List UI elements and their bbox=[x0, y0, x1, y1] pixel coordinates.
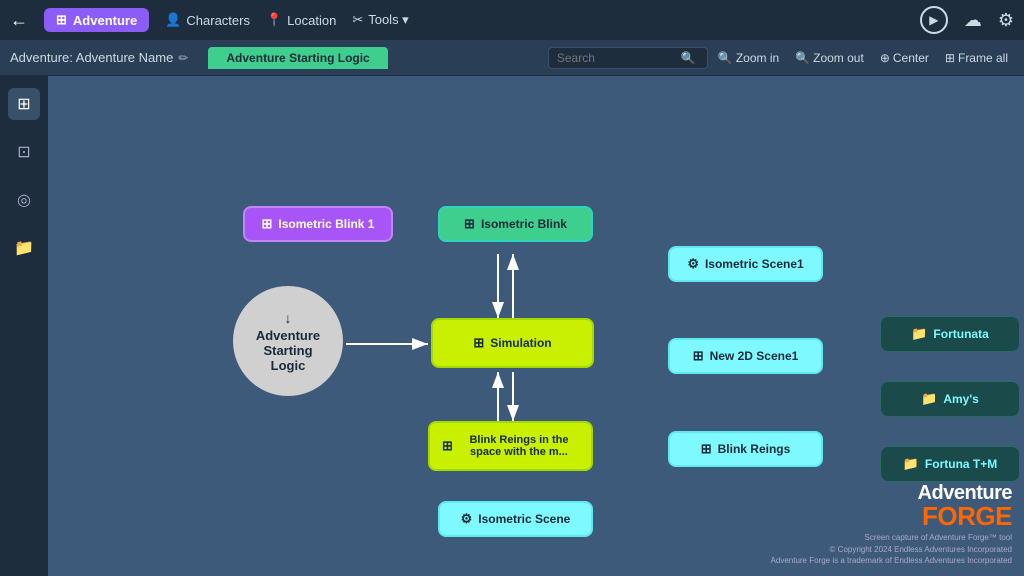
blink-reings-space-label: Blink Reings in the space with the m... bbox=[459, 434, 579, 458]
node-icon: ⊞ bbox=[693, 348, 704, 364]
isometric-scene1-label: Isometric Scene1 bbox=[705, 257, 804, 271]
starting-logic-line3: Logic bbox=[271, 358, 306, 373]
folder-icon: 📁 bbox=[903, 456, 919, 472]
characters-nav[interactable]: 👤 Characters bbox=[165, 12, 250, 28]
starting-logic-line2: Starting bbox=[263, 343, 312, 358]
center-label: Center bbox=[893, 51, 929, 65]
node-icon: ⊞ bbox=[701, 441, 712, 457]
fortuna-tm-node[interactable]: 📁 Fortuna T+M bbox=[880, 446, 1020, 482]
new-2d-scene1-label: New 2D Scene1 bbox=[710, 349, 799, 363]
fortunata-node[interactable]: 📁 Fortunata bbox=[880, 316, 1020, 352]
adventure-starting-logic-node[interactable]: ↓ Adventure Starting Logic bbox=[233, 286, 343, 396]
zoom-out-label: Zoom out bbox=[813, 51, 864, 65]
sidebar-icon-grid[interactable]: ⊞ bbox=[8, 88, 40, 120]
main-area: ⊞ ⊡ ◎ 📁 bbox=[0, 76, 1024, 576]
settings-icon[interactable]: ⚙ bbox=[998, 10, 1014, 31]
search-icon: 🔍 bbox=[681, 51, 696, 65]
isometric-blink1-label: Isometric Blink 1 bbox=[278, 217, 374, 231]
node-icon: ⊞ bbox=[473, 335, 484, 351]
new-2d-scene1-node[interactable]: ⊞ New 2D Scene1 bbox=[668, 338, 823, 374]
starting-logic-line1: Adventure bbox=[256, 328, 320, 343]
location-label: Location bbox=[287, 13, 336, 28]
isometric-blink1-node[interactable]: ⊞ Isometric Blink 1 bbox=[243, 206, 393, 242]
amys-node[interactable]: 📁 Amy's bbox=[880, 381, 1020, 417]
watermark-copy2: © Copyright 2024 Endless Adventures Inco… bbox=[771, 544, 1012, 555]
isometric-blink-label: Isometric Blink bbox=[481, 217, 567, 231]
edit-icon[interactable]: ✏ bbox=[178, 51, 188, 65]
starting-logic-tab[interactable]: Adventure Starting Logic bbox=[208, 47, 387, 69]
back-button[interactable]: ← bbox=[10, 10, 28, 31]
tools-icon: ✂ bbox=[352, 12, 363, 28]
blink-reings-node[interactable]: ⊞ Blink Reings bbox=[668, 431, 823, 467]
play-icon: ▶ bbox=[929, 13, 938, 27]
adventure-nav-label: Adventure bbox=[73, 13, 137, 28]
adventure-nav-icon: ⊞ bbox=[56, 12, 67, 28]
node-icon: ⊞ bbox=[464, 216, 475, 232]
isometric-scene1-node[interactable]: ⚙ Isometric Scene1 bbox=[668, 246, 823, 282]
zoom-out-button[interactable]: 🔍 Zoom out bbox=[789, 48, 870, 68]
isometric-blink-node[interactable]: ⊞ Isometric Blink bbox=[438, 206, 593, 242]
watermark: Adventure FORGE Screen capture of Advent… bbox=[771, 483, 1012, 566]
second-toolbar: Adventure: Adventure Name ✏ Adventure St… bbox=[0, 40, 1024, 76]
watermark-copy1: Screen capture of Adventure Forge™ tool bbox=[771, 532, 1012, 543]
zoom-in-icon: 🔍 bbox=[718, 51, 733, 65]
blink-reings-space-node[interactable]: ⊞ Blink Reings in the space with the m..… bbox=[428, 421, 593, 471]
watermark-adventure: Adventure bbox=[771, 483, 1012, 503]
folder-icon: 📁 bbox=[911, 326, 927, 342]
isometric-scene-label: Isometric Scene bbox=[478, 512, 570, 526]
adventure-nav-button[interactable]: ⊞ Adventure bbox=[44, 8, 149, 32]
frame-all-button[interactable]: ⊞ Frame all bbox=[939, 48, 1014, 68]
zoom-out-icon: 🔍 bbox=[795, 51, 810, 65]
blink-reings-label: Blink Reings bbox=[718, 442, 791, 456]
left-sidebar: ⊞ ⊡ ◎ 📁 bbox=[0, 76, 48, 576]
node-icon: ⚙ bbox=[461, 511, 473, 527]
node-icon: ⊞ bbox=[262, 216, 273, 232]
frame-all-label: Frame all bbox=[958, 51, 1008, 65]
watermark-copy3: Adventure Forge is a trademark of Endles… bbox=[771, 555, 1012, 566]
characters-icon: 👤 bbox=[165, 12, 181, 28]
node-icon: ⊞ bbox=[442, 438, 453, 454]
search-box: 🔍 bbox=[548, 47, 708, 69]
tools-label: Tools ▾ bbox=[368, 12, 409, 28]
canvas[interactable]: ↓ Adventure Starting Logic ⊞ Isometric B… bbox=[48, 76, 1024, 576]
tools-nav[interactable]: ✂ Tools ▾ bbox=[352, 12, 408, 28]
center-icon: ⊕ bbox=[880, 51, 890, 65]
characters-label: Characters bbox=[186, 13, 250, 28]
top-navigation: ← ⊞ Adventure 👤 Characters 📍 Location ✂ … bbox=[0, 0, 1024, 40]
sidebar-icon-folder[interactable]: 📁 bbox=[8, 232, 40, 264]
folder-icon: 📁 bbox=[921, 391, 937, 407]
fortunata-label: Fortunata bbox=[933, 327, 988, 341]
node-icon: ⚙ bbox=[687, 256, 699, 272]
zoom-in-label: Zoom in bbox=[736, 51, 779, 65]
toolbar-right: 🔍 🔍 Zoom in 🔍 Zoom out ⊕ Center ⊞ Frame … bbox=[548, 47, 1014, 69]
adventure-title: Adventure: Adventure Name ✏ bbox=[10, 50, 188, 65]
zoom-in-button[interactable]: 🔍 Zoom in bbox=[712, 48, 785, 68]
sidebar-icon-scene[interactable]: ⊡ bbox=[8, 136, 40, 168]
amys-label: Amy's bbox=[943, 392, 979, 406]
center-button[interactable]: ⊕ Center bbox=[874, 48, 935, 68]
watermark-forge: FORGE bbox=[771, 503, 1012, 529]
location-nav[interactable]: 📍 Location bbox=[266, 12, 336, 28]
frame-all-icon: ⊞ bbox=[945, 51, 955, 65]
search-input[interactable] bbox=[557, 51, 677, 65]
sidebar-icon-target[interactable]: ◎ bbox=[8, 184, 40, 216]
cloud-icon[interactable]: ☁ bbox=[964, 10, 982, 31]
simulation-label: Simulation bbox=[490, 336, 551, 350]
simulation-node[interactable]: ⊞ Simulation bbox=[431, 318, 594, 368]
location-icon: 📍 bbox=[266, 12, 282, 28]
play-button[interactable]: ▶ bbox=[920, 6, 948, 34]
isometric-scene-node[interactable]: ⚙ Isometric Scene bbox=[438, 501, 593, 537]
adventure-title-text: Adventure: Adventure Name bbox=[10, 50, 173, 65]
fortuna-tm-label: Fortuna T+M bbox=[925, 457, 997, 471]
